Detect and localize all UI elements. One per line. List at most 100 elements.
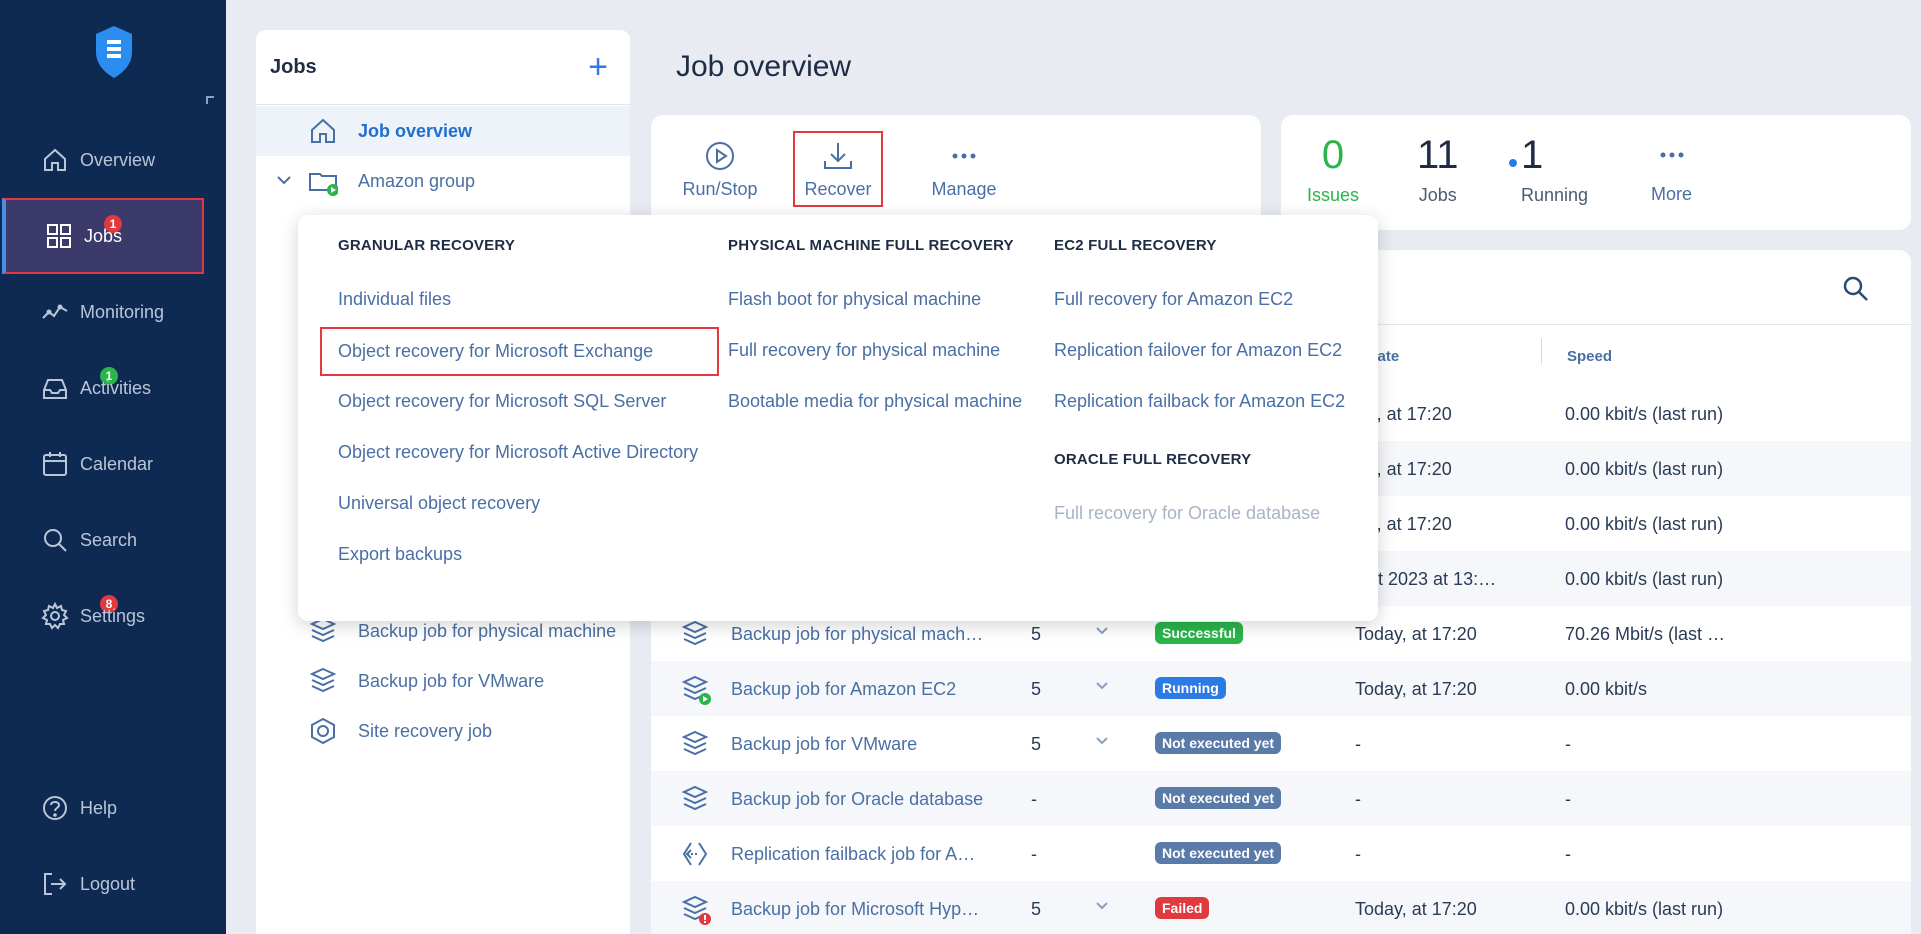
- nav-item-logout[interactable]: Logout: [0, 846, 226, 922]
- row-name: Backup job for physical mach…: [731, 624, 984, 644]
- chevron-down-icon[interactable]: [276, 172, 292, 191]
- chevron-down-icon[interactable]: [1095, 679, 1109, 693]
- nav-item-jobs[interactable]: 1 Jobs: [2, 198, 204, 274]
- issues-count: 0: [1321, 133, 1345, 177]
- search-icon[interactable]: [1841, 274, 1871, 304]
- jobs-stat[interactable]: 11 Jobs: [1417, 133, 1459, 206]
- recover-label: Recover: [804, 179, 872, 199]
- row-speed: 0.00 kbit/s (last run): [1565, 459, 1724, 479]
- toolbar: Run/Stop Recover Manage: [651, 115, 1261, 225]
- oracle-recovery-heading: ORACLE FULL RECOVERY: [1054, 451, 1252, 468]
- collapse-sidebar-icon[interactable]: [206, 96, 214, 104]
- row-speed: -: [1565, 789, 1571, 809]
- more-dots-icon: [952, 153, 976, 159]
- table-row[interactable]: Replication failback job for A… - Not ex…: [651, 826, 1911, 881]
- menu-item-export-backups[interactable]: Export backups: [338, 544, 462, 565]
- nav-item-label: Overview: [80, 149, 156, 170]
- table-row[interactable]: Backup job for VMware 5 Not executed yet…: [651, 716, 1911, 771]
- tree-item-job-overview[interactable]: Job overview: [256, 106, 630, 156]
- row-count: -: [1031, 789, 1037, 809]
- issues-stat[interactable]: 0 Issues: [1307, 133, 1359, 206]
- menu-item-individual-files[interactable]: Individual files: [338, 289, 451, 310]
- backup-job-running-icon: [681, 675, 711, 705]
- physical-recovery-heading: PHYSICAL MACHINE FULL RECOVERY: [728, 237, 1014, 254]
- menu-item-replication-failback-ec2[interactable]: Replication failback for Amazon EC2: [1054, 391, 1345, 412]
- menu-item-object-recovery-exchange[interactable]: Object recovery for Microsoft Exchange: [320, 327, 720, 376]
- replication-failback-icon: [682, 842, 708, 866]
- monitoring-icon: [40, 297, 70, 327]
- chevron-down-icon[interactable]: [1095, 734, 1109, 748]
- menu-item-object-recovery-ad[interactable]: Object recovery for Microsoft Active Dir…: [338, 442, 698, 463]
- nav-item-activities[interactable]: 1 Activities: [0, 350, 226, 426]
- more-stat[interactable]: More: [1651, 145, 1692, 205]
- menu-item-replication-failover-ec2[interactable]: Replication failover for Amazon EC2: [1054, 340, 1342, 361]
- menu-item-bootable-media-physical[interactable]: Bootable media for physical machine: [728, 391, 1022, 412]
- nav-item-overview[interactable]: Overview: [0, 122, 226, 198]
- row-date: -: [1355, 844, 1361, 864]
- status-badge: Successful: [1155, 622, 1243, 644]
- row-count: -: [1031, 844, 1037, 864]
- more-dots-icon: [1660, 152, 1683, 158]
- manage-button[interactable]: Manage: [919, 139, 1009, 209]
- row-speed: 70.26 Mbit/s (last …: [1565, 624, 1726, 644]
- nav-item-label: Calendar: [80, 453, 154, 474]
- row-speed: 0.00 kbit/s (last run): [1565, 899, 1724, 919]
- nav-item-label: Logout: [80, 873, 136, 894]
- nav-item-search[interactable]: Search: [0, 502, 226, 578]
- stats-card: 0 Issues 11 Jobs 1 Running More: [1281, 115, 1911, 230]
- status-badge: Not executed yet: [1155, 787, 1282, 809]
- nav-item-help[interactable]: Help: [0, 770, 226, 846]
- menu-item-object-recovery-sql[interactable]: Object recovery for Microsoft SQL Server: [338, 391, 666, 412]
- jobs-label: Jobs: [1418, 185, 1457, 205]
- run-stop-label: Run/Stop: [682, 179, 758, 199]
- table-row[interactable]: Backup job for Microsoft Hyp… 5 Failed T…: [651, 881, 1911, 934]
- menu-item-full-recovery-ec2[interactable]: Full recovery for Amazon EC2: [1054, 289, 1293, 310]
- menu-item-full-recovery-oracle: Full recovery for Oracle database: [1054, 503, 1321, 523]
- logout-icon: [40, 869, 70, 899]
- ec2-recovery-heading: EC2 FULL RECOVERY: [1054, 237, 1217, 254]
- divider: [256, 104, 630, 105]
- menu-item-universal-object-recovery[interactable]: Universal object recovery: [338, 493, 540, 514]
- menu-item-flash-boot-physical[interactable]: Flash boot for physical machine: [728, 289, 981, 310]
- running-stat[interactable]: 1 Running: [1509, 133, 1588, 206]
- chevron-down-icon[interactable]: [1095, 899, 1109, 913]
- run-stop-button[interactable]: Run/Stop: [675, 139, 765, 209]
- table-row[interactable]: Backup job for Oracle database - Not exe…: [651, 771, 1911, 826]
- backup-job-icon: [309, 667, 337, 693]
- chevron-down-icon[interactable]: [1095, 624, 1109, 638]
- column-divider: [1541, 338, 1542, 364]
- download-icon: [824, 143, 852, 169]
- backup-job-icon: [681, 785, 709, 811]
- row-speed: -: [1565, 734, 1571, 754]
- recover-button[interactable]: Recover: [793, 131, 883, 207]
- nav-item-monitoring[interactable]: Monitoring: [0, 274, 226, 350]
- row-date: -: [1355, 734, 1361, 754]
- nav-item-label: Jobs: [84, 225, 123, 246]
- tree-item-backup-vmware[interactable]: Backup job for VMware: [256, 656, 630, 706]
- add-job-button[interactable]: +: [588, 50, 608, 84]
- tree-item-label: Site recovery job: [358, 720, 493, 741]
- row-name: Backup job for Amazon EC2: [731, 679, 957, 699]
- calendar-icon: [40, 449, 70, 479]
- tree-item-label: Backup job for physical machine: [358, 620, 617, 641]
- jobs-count: 11: [1417, 133, 1459, 177]
- tree-item-amazon-group[interactable]: Amazon group: [256, 156, 630, 206]
- backup-job-icon: [681, 620, 709, 646]
- column-header-speed[interactable]: Speed: [1567, 348, 1612, 365]
- help-icon: [40, 793, 70, 823]
- tree-item-label: Job overview: [358, 120, 473, 141]
- tree-item-site-recovery[interactable]: Site recovery job: [256, 706, 630, 756]
- play-circle-icon: [706, 142, 734, 170]
- nav-item-settings[interactable]: 8 Settings: [0, 578, 226, 654]
- recover-dropdown-menu: GRANULAR RECOVERY Individual files Objec…: [298, 215, 1378, 621]
- logo-shield-icon: [96, 26, 132, 78]
- status-badge: Not executed yet: [1155, 732, 1282, 754]
- tree-item-label: Backup job for VMware: [358, 670, 545, 691]
- running-dot-icon: [1509, 159, 1517, 167]
- nav-item-calendar[interactable]: Calendar: [0, 426, 226, 502]
- table-row[interactable]: Backup job for Amazon EC2 5 Running Toda…: [651, 661, 1911, 716]
- menu-item-full-recovery-physical[interactable]: Full recovery for physical machine: [728, 340, 1000, 361]
- backup-job-failed-icon: [681, 895, 711, 925]
- nav-item-label: Help: [80, 797, 118, 818]
- grid-icon: 1: [44, 215, 122, 251]
